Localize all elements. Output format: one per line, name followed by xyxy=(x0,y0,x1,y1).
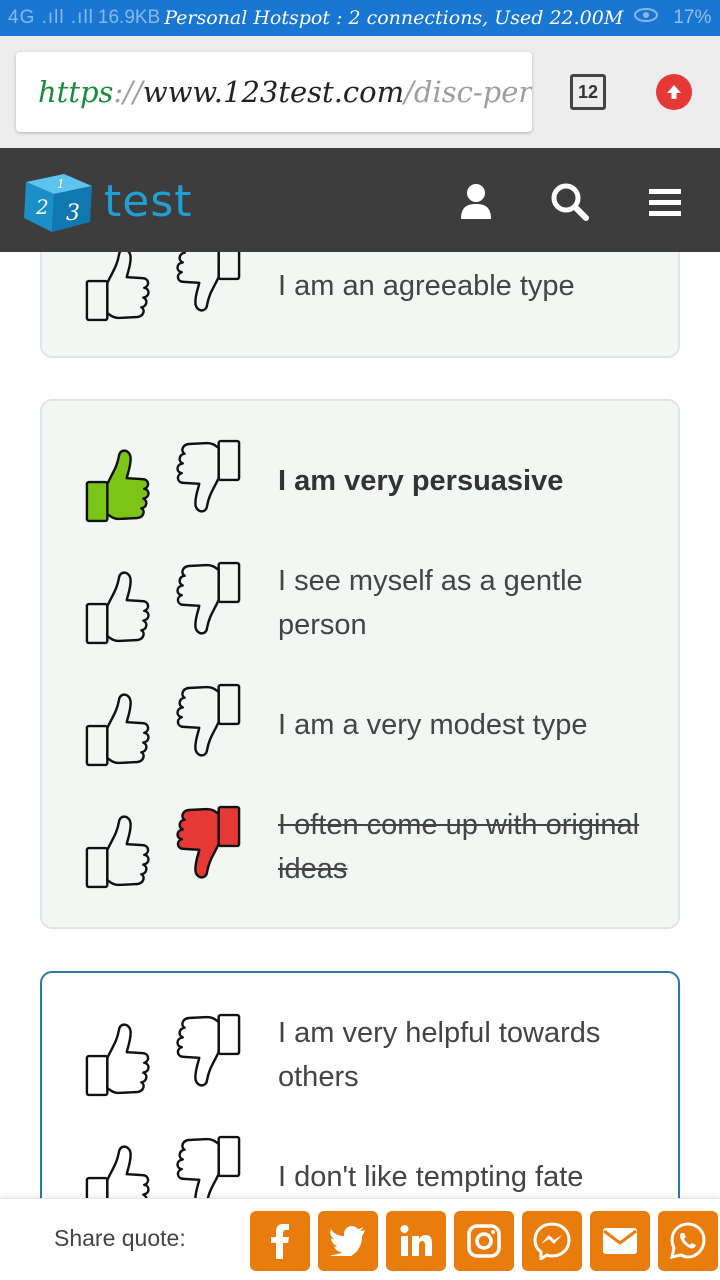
tab-switcher-button[interactable]: 12 xyxy=(570,74,606,110)
search-icon xyxy=(551,183,589,221)
url-separator: :// xyxy=(113,75,143,109)
thumbs-down-icon[interactable] xyxy=(174,439,242,517)
thumbs-up-icon[interactable] xyxy=(84,1141,152,1198)
quiz-content: I am an agreeable type I am very persuas… xyxy=(0,252,720,1198)
share-facebook-button[interactable] xyxy=(250,1211,310,1271)
statement-text: I am very helpful towards others xyxy=(278,1017,601,1093)
share-label: Share quote: xyxy=(54,1225,186,1251)
thumbs-down-icon[interactable] xyxy=(174,683,242,761)
thumbs-down-icon[interactable] xyxy=(174,805,242,883)
battery-percent: 17% xyxy=(673,7,712,28)
instagram-icon xyxy=(467,1224,501,1258)
signal-indicator: 4G .ıll .ıll xyxy=(8,7,94,28)
share-whatsapp-button[interactable] xyxy=(658,1211,718,1271)
thumbs-up-icon[interactable] xyxy=(84,252,152,322)
share-linkedin-button[interactable] xyxy=(386,1211,446,1271)
question-card: I am an agreeable type xyxy=(40,252,680,358)
thumbs-down-icon[interactable] xyxy=(174,252,242,316)
eye-icon xyxy=(633,7,659,29)
statement-text: I am very persuasive xyxy=(278,465,564,497)
share-instagram-button[interactable] xyxy=(454,1211,514,1271)
thumbs-down-icon[interactable] xyxy=(174,561,242,639)
share-email-button[interactable] xyxy=(590,1211,650,1271)
share-twitter-button[interactable] xyxy=(318,1211,378,1271)
logo-digit-1: 1 xyxy=(57,177,65,191)
question-card-active: I am very helpful towards others I don't… xyxy=(40,971,680,1198)
question-card: I am very persuasive I see myself as a g… xyxy=(40,399,680,929)
logo-digit-2: 2 xyxy=(35,195,49,219)
thumbs-up-icon[interactable] xyxy=(84,689,152,767)
statement-text: I see myself as a gentle person xyxy=(278,565,583,641)
search-button[interactable] xyxy=(548,180,592,224)
network-speed: 16.9KB xyxy=(97,7,161,28)
browser-toolbar: https://www.123test.com/disc-per 12 xyxy=(0,36,720,148)
messenger-icon xyxy=(533,1222,571,1260)
statement-text: I often come up with original ideas xyxy=(278,809,640,885)
page: 4G .ıll .ıll 16.9KB Personal Hotspot : 2… xyxy=(0,0,720,1280)
logo-digit-3: 3 xyxy=(66,201,80,226)
site-logo[interactable]: 2 3 1 test xyxy=(20,166,193,236)
url-path: /disc-per xyxy=(404,75,532,109)
thumbs-up-icon[interactable] xyxy=(84,811,152,889)
email-icon xyxy=(603,1228,637,1254)
share-messenger-button[interactable] xyxy=(522,1211,582,1271)
arrow-up-icon xyxy=(667,85,681,99)
user-account-button[interactable] xyxy=(454,180,498,224)
thumbs-down-icon[interactable] xyxy=(174,1013,242,1091)
dice-logo-icon: 2 3 1 xyxy=(24,174,92,232)
statement-text: I don't like tempting fate xyxy=(278,1161,584,1193)
linkedin-icon xyxy=(400,1225,432,1256)
url-host: www.123test.com xyxy=(142,75,405,109)
thumbs-up-icon[interactable] xyxy=(84,445,152,523)
url-scheme: https xyxy=(38,75,114,109)
user-icon xyxy=(461,184,491,219)
thumbs-down-icon[interactable] xyxy=(174,1135,242,1198)
site-header: 2 3 1 test xyxy=(0,148,720,252)
url-bar[interactable]: https://www.123test.com/disc-per xyxy=(16,52,532,132)
upload-button[interactable] xyxy=(656,74,692,110)
menu-button[interactable] xyxy=(643,180,687,224)
share-bar: Share quote: xyxy=(0,1198,720,1280)
tab-count: 12 xyxy=(577,81,599,102)
statement-text: I am a very modest type xyxy=(278,709,588,741)
status-bar: 4G .ıll .ıll 16.9KB Personal Hotspot : 2… xyxy=(0,0,720,36)
thumbs-up-icon[interactable] xyxy=(84,1019,152,1097)
hamburger-menu-icon xyxy=(649,189,681,216)
facebook-icon xyxy=(271,1224,289,1259)
whatsapp-icon xyxy=(670,1222,706,1259)
logo-text: test xyxy=(104,175,193,227)
thumbs-up-icon[interactable] xyxy=(84,567,152,645)
statement-text: I am an agreeable type xyxy=(278,270,575,302)
hotspot-status: Personal Hotspot : 2 connections, Used 2… xyxy=(164,7,624,29)
twitter-icon xyxy=(330,1226,365,1256)
